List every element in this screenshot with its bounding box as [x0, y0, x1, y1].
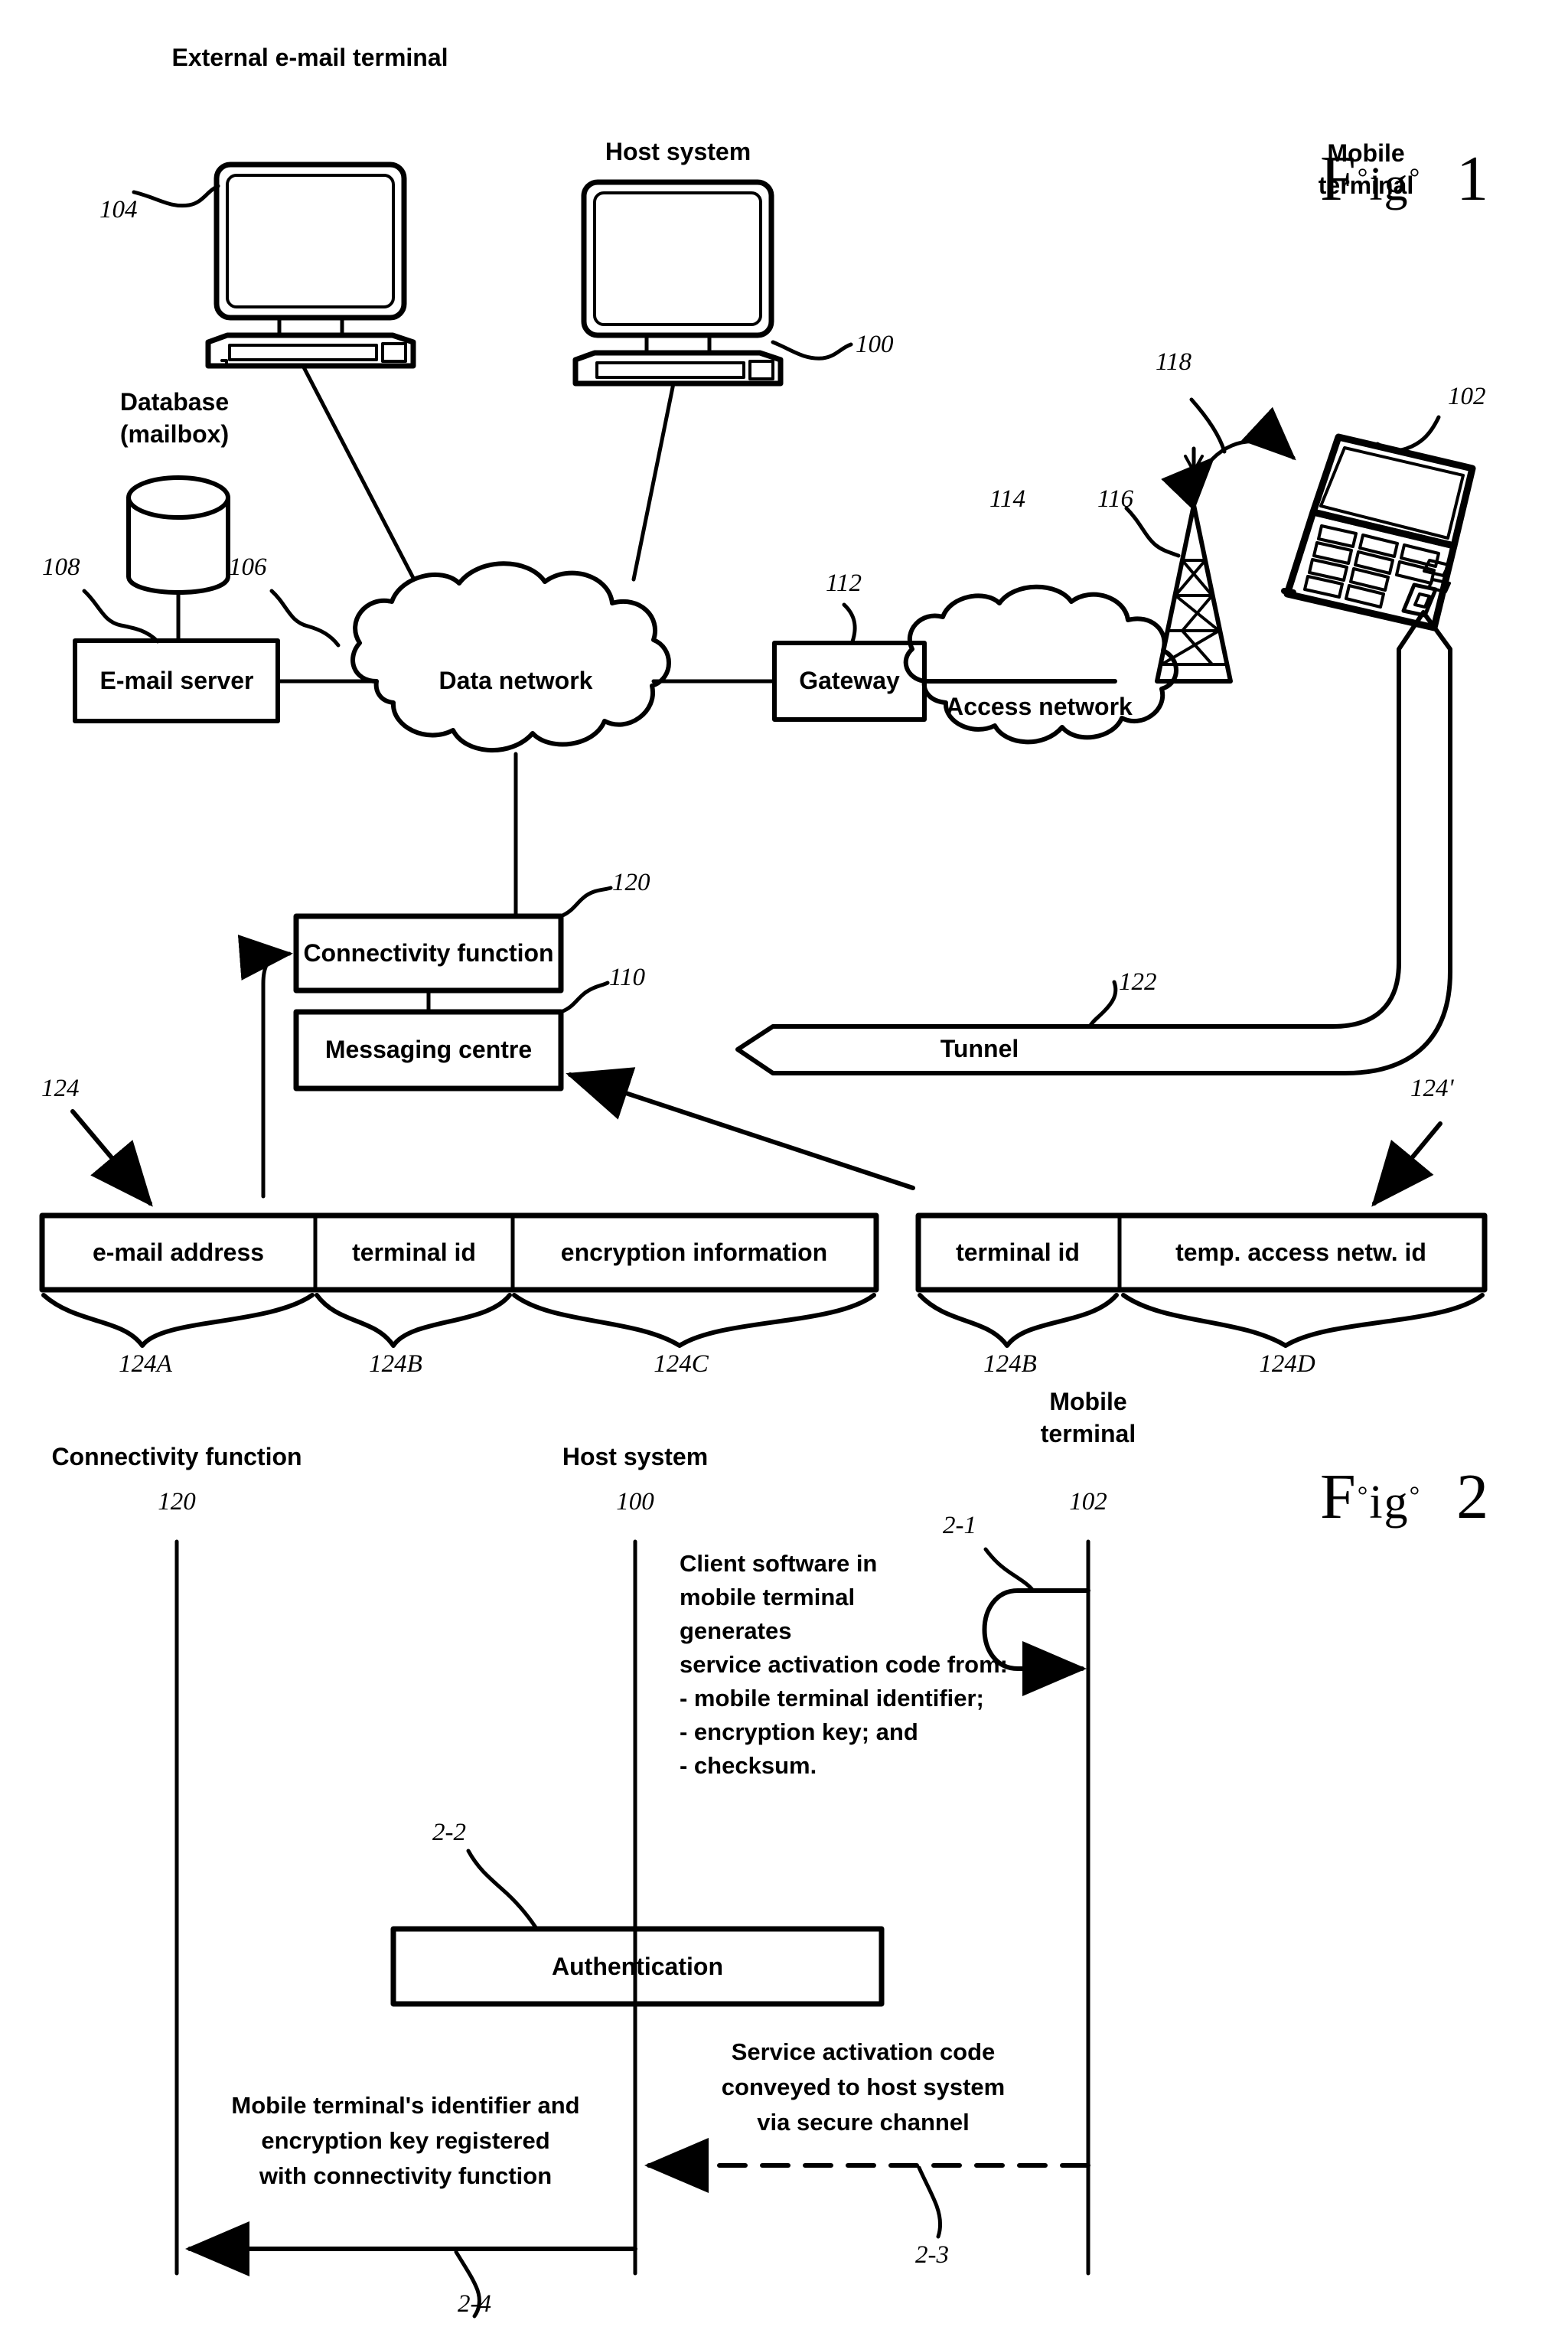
numeral-120: 120 — [612, 869, 650, 896]
numeral-124: 124 — [41, 1075, 80, 1102]
record-left-field-numeral-1: 124B — [369, 1350, 422, 1378]
step-2-4-message-arrow — [185, 2221, 637, 2319]
fig2-step-2-3-line-2: via secure channel — [757, 2109, 970, 2136]
fig2-step-2-3-line-0: Service activation code — [731, 2038, 996, 2065]
fig2-step-2-4-line-1: encryption key registered — [261, 2127, 550, 2154]
database-label-line1: Database — [119, 388, 230, 416]
database-cylinder-icon — [126, 475, 230, 643]
record-right-field-numeral-0: 124B — [983, 1350, 1037, 1378]
fig2-lifeline-label-2-line1: Mobile — [1049, 1388, 1127, 1415]
fig2-step-2-3-line-1: conveyed to host system — [721, 2074, 1006, 2100]
mobile-terminal-icon — [1281, 415, 1476, 631]
fig2-lifeline-label-2-line2: terminal — [1040, 1420, 1136, 1447]
figure-2-title-f: F — [1320, 1461, 1358, 1532]
email-server-box — [73, 589, 379, 723]
numeral-106: 106 — [229, 553, 267, 581]
numeral-102: 102 — [1448, 383, 1486, 410]
figure-1-title-number: 1 — [1456, 143, 1491, 214]
fig2-step-2-1-line-3: service activation code from: — [680, 1651, 1008, 1678]
messaging-centre-label: Messaging centre — [324, 1036, 533, 1063]
figure-2-title: F°ig° 2 — [1250, 1385, 1490, 1608]
record-right-field-numeral-1: 124D — [1259, 1350, 1315, 1378]
fig2-step-numeral-2-1: 2-1 — [943, 1512, 976, 1539]
numeral-100: 100 — [856, 331, 894, 358]
fig2-lifeline-numeral-0: 120 — [158, 1488, 196, 1516]
fig2-step-2-1-line-1: mobile terminal — [680, 1584, 856, 1610]
fig2-step-numeral-2-3: 2-3 — [915, 2241, 949, 2269]
data-network-cloud — [350, 561, 777, 919]
figure-1-title-period: ° — [1409, 164, 1422, 192]
numeral-108: 108 — [42, 553, 80, 581]
figure-2-title-degree: ° — [1357, 1482, 1370, 1510]
record-left-field-label-2: encryption information — [560, 1238, 828, 1266]
external-email-terminal-label: External e-mail terminal — [171, 44, 448, 71]
record-left-field-label-1: terminal id — [352, 1238, 476, 1266]
numeral-124-prime: 124' — [1410, 1075, 1454, 1102]
numeral-112: 112 — [826, 569, 862, 597]
fig2-authentication-label: Authentication — [552, 1953, 723, 1980]
host-system-label: Host system — [605, 138, 751, 165]
connectivity-function-label: Connectivity function — [303, 939, 554, 967]
email-server-label: E-mail server — [99, 667, 254, 694]
numeral-110: 110 — [609, 964, 646, 991]
fig2-step-2-1-line-6: - checksum. — [680, 1752, 817, 1779]
record-left-field-numeral-0: 124A — [119, 1350, 172, 1378]
figure-2-title-ig: ig — [1369, 1477, 1410, 1529]
radio-link-arrow — [1161, 397, 1296, 511]
patent-drawing-page: External e-mail terminal 104 Host system… — [0, 0, 1568, 2343]
drawing-vector-layer — [39, 162, 1488, 2319]
fig2-lifeline-label-0: Connectivity function — [51, 1443, 302, 1470]
figure-1-title: F°ig° 1 — [1250, 67, 1490, 290]
numeral-114: 114 — [989, 485, 1026, 513]
access-network-label: Access network — [946, 693, 1133, 720]
data-network-label: Data network — [438, 667, 593, 694]
record-right-field-label-0: terminal id — [956, 1238, 1080, 1266]
host-system-icon — [572, 179, 853, 582]
step-2-2-authentication-box — [390, 1849, 885, 2007]
numeral-118: 118 — [1156, 348, 1192, 376]
fig2-step-numeral-2-4: 2-4 — [458, 2290, 491, 2318]
base-station-mast-icon — [1124, 446, 1233, 684]
record-right-table — [915, 1121, 1488, 1348]
record-right-field-label-1: temp. access netw. id — [1175, 1238, 1426, 1266]
tunnel-label: Tunnel — [940, 1035, 1019, 1062]
figure-1-title-ig: ig — [1369, 158, 1410, 210]
fig2-step-2-1-line-0: Client software in — [680, 1550, 878, 1577]
figure-2-title-period: ° — [1409, 1482, 1422, 1510]
record-left-field-label-0: e-mail address — [92, 1238, 265, 1266]
record-left-table — [39, 1109, 879, 1348]
fig2-step-2-4-line-0: Mobile terminal's identifier and — [231, 2092, 580, 2119]
figure-2-title-number: 2 — [1456, 1461, 1491, 1532]
fig2-step-numeral-2-2: 2-2 — [432, 1819, 466, 1846]
fig2-lifeline-numeral-1: 100 — [616, 1488, 654, 1516]
fig2-step-2-1-line-2: generates — [680, 1617, 792, 1644]
fig2-step-2-4-line-2: with connectivity function — [259, 2162, 553, 2189]
numeral-104: 104 — [99, 196, 138, 224]
fig2-step-2-1-line-4: - mobile terminal identifier; — [680, 1685, 984, 1712]
numeral-116: 116 — [1097, 485, 1134, 513]
fig2-lifeline-numeral-2: 102 — [1069, 1488, 1107, 1516]
database-label-line2: (mailbox) — [119, 420, 230, 448]
record-left-field-numeral-2: 124C — [654, 1350, 709, 1378]
figure-1-title-degree: ° — [1357, 164, 1370, 192]
figure-1-title-f: F — [1320, 143, 1358, 214]
step-2-3-message-arrow — [644, 2138, 1090, 2239]
gateway-label: Gateway — [799, 667, 900, 694]
fig2-lifeline-label-1: Host system — [562, 1443, 709, 1470]
fig2-step-2-1-line-5: - encryption key; and — [680, 1718, 918, 1745]
numeral-122: 122 — [1119, 968, 1157, 996]
